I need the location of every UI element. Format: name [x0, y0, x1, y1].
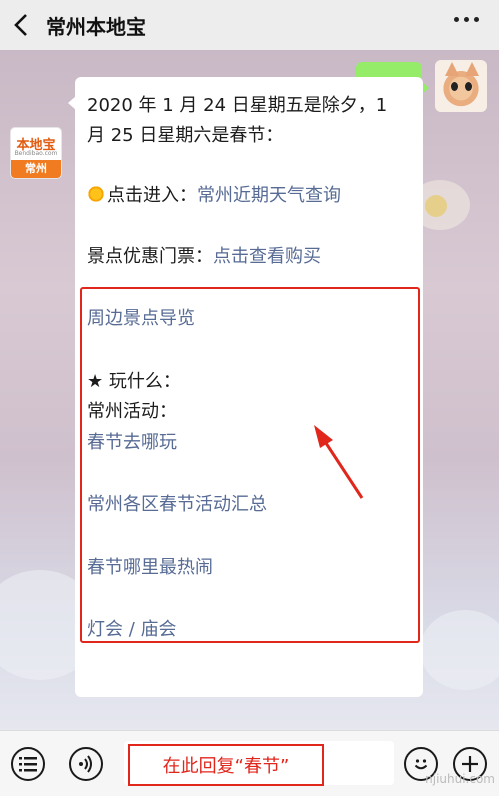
watermark: njiuhui.com	[425, 772, 495, 786]
annotation-arrow-icon	[314, 425, 364, 499]
voice-input-icon[interactable]	[69, 747, 103, 781]
menu-list-icon[interactable]	[11, 747, 45, 781]
reply-hint-annotation: 在此回复“春节”	[128, 744, 324, 786]
